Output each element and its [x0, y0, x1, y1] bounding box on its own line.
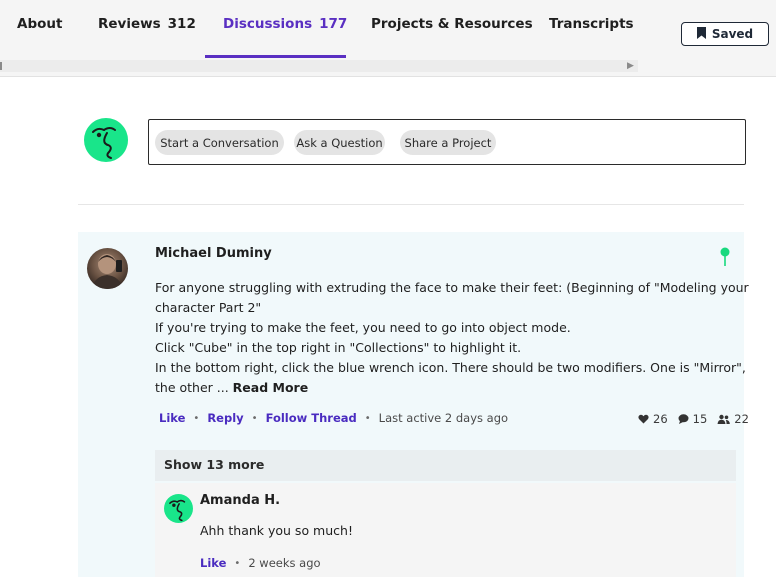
user-avatar[interactable]: [84, 118, 128, 162]
separator-dot: •: [234, 557, 241, 569]
body-line: character Part 2": [155, 300, 262, 315]
people-icon: [717, 414, 731, 424]
body-line: Click "Cube" in the top right in "Collec…: [155, 340, 522, 355]
chip-label: Ask a Question: [296, 135, 383, 150]
show-more-label: Show 13 more: [164, 457, 265, 472]
read-more-link[interactable]: Read More: [233, 380, 309, 395]
separator-dot: •: [193, 412, 200, 424]
body-line-text: the other ...: [155, 380, 229, 395]
tab-discussions[interactable]: Discussions 177: [205, 0, 348, 58]
body-line: If you're trying to make the feet, you n…: [155, 320, 571, 335]
chip-label: Start a Conversation: [160, 135, 279, 150]
heart-icon: [638, 414, 649, 424]
scroll-right-arrow-icon[interactable]: ▶: [627, 61, 634, 71]
follow-thread-link[interactable]: Follow Thread: [266, 411, 357, 425]
bookmark-icon: [696, 26, 706, 42]
pin-icon: [719, 247, 731, 271]
thread-stats: 26 15 22: [638, 412, 749, 426]
tab-label: About: [17, 16, 63, 32]
reply-author-avatar[interactable]: [164, 494, 193, 523]
saved-button[interactable]: Saved: [681, 22, 769, 46]
tab-reviews[interactable]: Reviews 312: [98, 0, 196, 58]
tab-about[interactable]: About: [17, 0, 62, 58]
thread-body: For anyone struggling with extruding the…: [155, 278, 749, 398]
body-line: In the bottom right, click the blue wren…: [155, 360, 746, 375]
separator-dot: •: [251, 412, 258, 424]
tab-label: Projects & Resources: [371, 16, 533, 32]
tab-label: Discussions: [223, 16, 313, 32]
tab-transcripts[interactable]: Transcripts: [549, 0, 634, 58]
chip-label: Share a Project: [404, 135, 492, 150]
like-link[interactable]: Like: [159, 411, 185, 425]
share-project-button[interactable]: Share a Project: [400, 130, 496, 155]
face-logo-icon: [92, 127, 116, 159]
followers-count: 22: [734, 412, 749, 426]
tab-count: 177: [319, 16, 348, 32]
like-link[interactable]: Like: [200, 556, 226, 570]
tab-count: 312: [167, 16, 196, 32]
reply-time-text: 2 weeks ago: [248, 556, 321, 570]
likes-count: 26: [653, 412, 668, 426]
tab-bar: About Reviews 312 Discussions 177 Projec…: [0, 0, 776, 77]
show-more-replies-button[interactable]: Show 13 more: [155, 450, 736, 481]
tab-projects-resources[interactable]: Projects & Resources: [371, 0, 533, 58]
avatar-photo: [91, 254, 124, 289]
body-line: the other ... Read More: [155, 378, 735, 398]
saved-label: Saved: [711, 27, 754, 41]
conversation-composer[interactable]: Start a Conversation Ask a Question Shar…: [148, 119, 746, 165]
face-logo-icon: [169, 499, 186, 522]
author-avatar[interactable]: [87, 248, 128, 289]
divider: [78, 204, 744, 205]
reply-author-name[interactable]: Amanda H.: [200, 493, 280, 508]
start-conversation-button[interactable]: Start a Conversation: [155, 130, 284, 155]
thread-author-name[interactable]: Michael Duminy: [155, 246, 272, 261]
scroll-left-indicator: [0, 62, 2, 70]
comments-count: 15: [692, 412, 708, 426]
body-line: For anyone struggling with extruding the…: [155, 280, 749, 295]
last-active-text: Last active 2 days ago: [378, 411, 509, 425]
tab-label: Transcripts: [549, 16, 634, 32]
ask-question-button[interactable]: Ask a Question: [294, 130, 385, 155]
reply-link[interactable]: Reply: [207, 411, 243, 425]
reply-actions: Like • 2 weeks ago: [200, 556, 321, 570]
tab-label: Reviews: [98, 16, 161, 32]
tab-scrollbar[interactable]: [0, 60, 638, 72]
separator-dot: •: [364, 412, 371, 424]
reply-body: Ahh thank you so much!: [200, 523, 353, 538]
thread-actions: Like • Reply • Follow Thread • Last acti…: [159, 411, 508, 425]
speech-bubble-icon: [678, 414, 689, 424]
